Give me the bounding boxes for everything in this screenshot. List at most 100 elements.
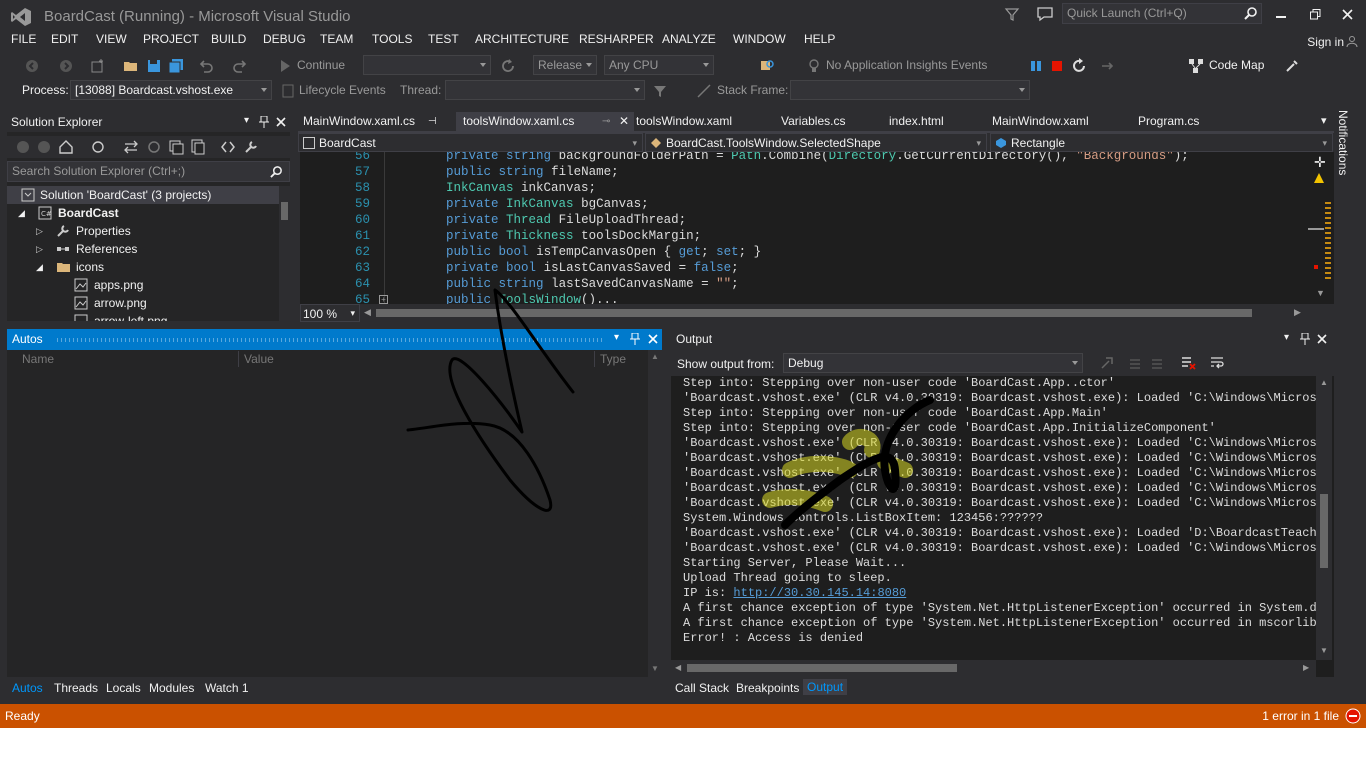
menu-tools[interactable]: TOOLS [372, 32, 412, 46]
history-icon[interactable] [90, 139, 106, 155]
scroll-down-icon[interactable]: ▼ [1316, 288, 1325, 298]
tab-toolswindow-xaml-cs[interactable]: toolsWindow.xaml.cs ⊸ ✕ [456, 112, 634, 132]
feedback-icon[interactable] [1036, 6, 1054, 22]
close-icon[interactable] [276, 117, 286, 127]
output-horizontal-scrollbar[interactable]: ◀ ▶ [671, 660, 1316, 677]
quick-launch-input[interactable]: Quick Launch (Ctrl+Q) [1062, 3, 1262, 24]
stack-frame-dropdown[interactable] [790, 80, 1030, 100]
break-all-icon[interactable] [1028, 58, 1044, 74]
code-vertical-scrollbar[interactable]: ✛ ▼ [1306, 152, 1334, 304]
chevron-down-icon[interactable]: ▾ [244, 115, 249, 126]
account-icon[interactable] [1346, 35, 1358, 47]
continue-label[interactable]: Continue [297, 58, 345, 72]
scroll-down-icon[interactable]: ▼ [1320, 646, 1328, 655]
forward-icon[interactable] [58, 58, 74, 74]
collapse-all-icon[interactable] [168, 139, 184, 155]
open-file-icon[interactable] [123, 58, 139, 74]
column-header-name[interactable]: Name [22, 352, 54, 366]
code-map-label[interactable]: Code Map [1209, 58, 1264, 72]
scrollbar-thumb[interactable] [1308, 228, 1324, 230]
restart-icon[interactable] [1071, 58, 1087, 74]
refresh-icon[interactable] [146, 139, 162, 155]
tree-item-references[interactable]: ▷ References [7, 240, 279, 258]
view-code-icon[interactable] [220, 139, 236, 155]
column-header-type[interactable]: Type [600, 352, 626, 366]
tab-program-cs[interactable]: Program.cs [1131, 112, 1231, 132]
tab-threads[interactable]: Threads [54, 681, 98, 695]
menu-test[interactable]: TEST [428, 32, 459, 46]
pin-icon[interactable]: ⊣ [428, 112, 437, 131]
close-icon[interactable] [648, 334, 658, 344]
platform-dropdown[interactable]: Any CPU [604, 55, 714, 75]
lifecycle-events-label[interactable]: Lifecycle Events [299, 83, 386, 97]
thread-dropdown[interactable] [445, 80, 645, 100]
configuration-dropdown[interactable]: Release [533, 55, 597, 75]
tab-mainwindow-xaml[interactable]: MainWindow.xaml [985, 112, 1130, 132]
zoom-dropdown[interactable]: 100 % ▾ [300, 304, 360, 322]
menu-analyze[interactable]: ANALYZE [662, 32, 716, 46]
menu-architecture[interactable]: ARCHITECTURE [475, 32, 569, 46]
scrollbar-thumb[interactable] [1320, 494, 1328, 568]
tree-item-file[interactable]: arrow.png [7, 294, 279, 312]
tab-call-stack[interactable]: Call Stack [675, 681, 729, 695]
split-icon[interactable]: ✛ [1314, 154, 1326, 171]
scroll-up-icon[interactable]: ▲ [1320, 378, 1328, 387]
collapsed-arrow-icon[interactable]: ▷ [36, 222, 43, 240]
menu-file[interactable]: FILE [11, 32, 36, 46]
stop-debugging-icon[interactable] [1049, 58, 1065, 74]
home-icon[interactable] [58, 139, 74, 155]
solution-search-input[interactable]: Search Solution Explorer (Ctrl+;) [7, 161, 290, 182]
back-icon[interactable] [24, 58, 40, 74]
scroll-right-icon[interactable]: ▶ [1303, 663, 1309, 672]
minimize-button[interactable] [1272, 6, 1290, 24]
pin-icon[interactable] [630, 333, 640, 345]
scroll-left-icon[interactable]: ◀ [364, 307, 371, 318]
tab-output[interactable]: Output [803, 679, 848, 695]
go-to-error-icon[interactable] [1099, 355, 1115, 371]
ip-link[interactable]: http://30.30.145.14:8080 [733, 586, 906, 600]
menu-resharper[interactable]: RESHARPER [579, 32, 654, 46]
refresh-icon[interactable] [500, 58, 516, 74]
lifecycle-events-icon[interactable] [280, 83, 296, 99]
menu-view[interactable]: VIEW [96, 32, 127, 46]
horizontal-scrollbar-thumb[interactable] [376, 309, 1252, 317]
output-source-dropdown[interactable]: Debug [783, 353, 1083, 373]
tab-overflow-icon[interactable]: ▾ [1321, 114, 1327, 127]
tab-modules[interactable]: Modules [149, 681, 194, 695]
tree-item-file[interactable]: arrow-left.png [7, 312, 279, 321]
scrollbar-thumb[interactable] [281, 202, 288, 220]
scroll-right-icon[interactable]: ▶ [1294, 307, 1301, 318]
menu-debug[interactable]: DEBUG [263, 32, 306, 46]
redo-icon[interactable] [232, 58, 248, 74]
menu-edit[interactable]: EDIT [51, 32, 78, 46]
menu-team[interactable]: TEAM [320, 32, 353, 46]
pin-icon[interactable]: ⊸ [602, 112, 610, 131]
pin-icon[interactable] [1300, 333, 1310, 345]
autos-scrollbar[interactable]: ▲ ▼ [648, 350, 662, 677]
tab-variables-cs[interactable]: Variables.cs [774, 112, 884, 132]
code-editor[interactable]: 56 private string backgroundFolderPath = … [300, 152, 1306, 304]
tree-item-boardcast[interactable]: ◢ C# BoardCast [7, 204, 279, 222]
scroll-up-icon[interactable]: ▲ [651, 352, 659, 361]
output-text-area[interactable]: Step into: Stepping over non-user code '… [671, 376, 1316, 660]
properties-wrench-icon[interactable] [243, 139, 259, 155]
pin-icon[interactable] [259, 116, 269, 128]
word-wrap-icon[interactable] [1209, 355, 1225, 371]
continue-icon[interactable] [277, 58, 293, 74]
close-icon[interactable]: ✕ [619, 112, 629, 131]
forward-icon[interactable] [36, 139, 52, 155]
column-header-value[interactable]: Value [244, 352, 274, 366]
filter-icon[interactable] [1004, 6, 1020, 22]
project-navigation-dropdown[interactable]: BoardCast ▾ [298, 133, 643, 152]
chevron-down-icon[interactable]: ▾ [614, 332, 619, 343]
clear-all-icon[interactable] [1180, 355, 1196, 371]
tab-locals[interactable]: Locals [106, 681, 141, 695]
tab-watch-1[interactable]: Watch 1 [205, 681, 249, 695]
menu-window[interactable]: WINDOW [733, 32, 786, 46]
menu-project[interactable]: PROJECT [143, 32, 199, 46]
close-button[interactable] [1338, 6, 1356, 24]
scroll-left-icon[interactable]: ◀ [675, 663, 681, 672]
code-map-icon[interactable] [1188, 58, 1204, 74]
flag-thread-icon[interactable] [652, 83, 668, 99]
tab-autos[interactable]: Autos [12, 681, 43, 695]
